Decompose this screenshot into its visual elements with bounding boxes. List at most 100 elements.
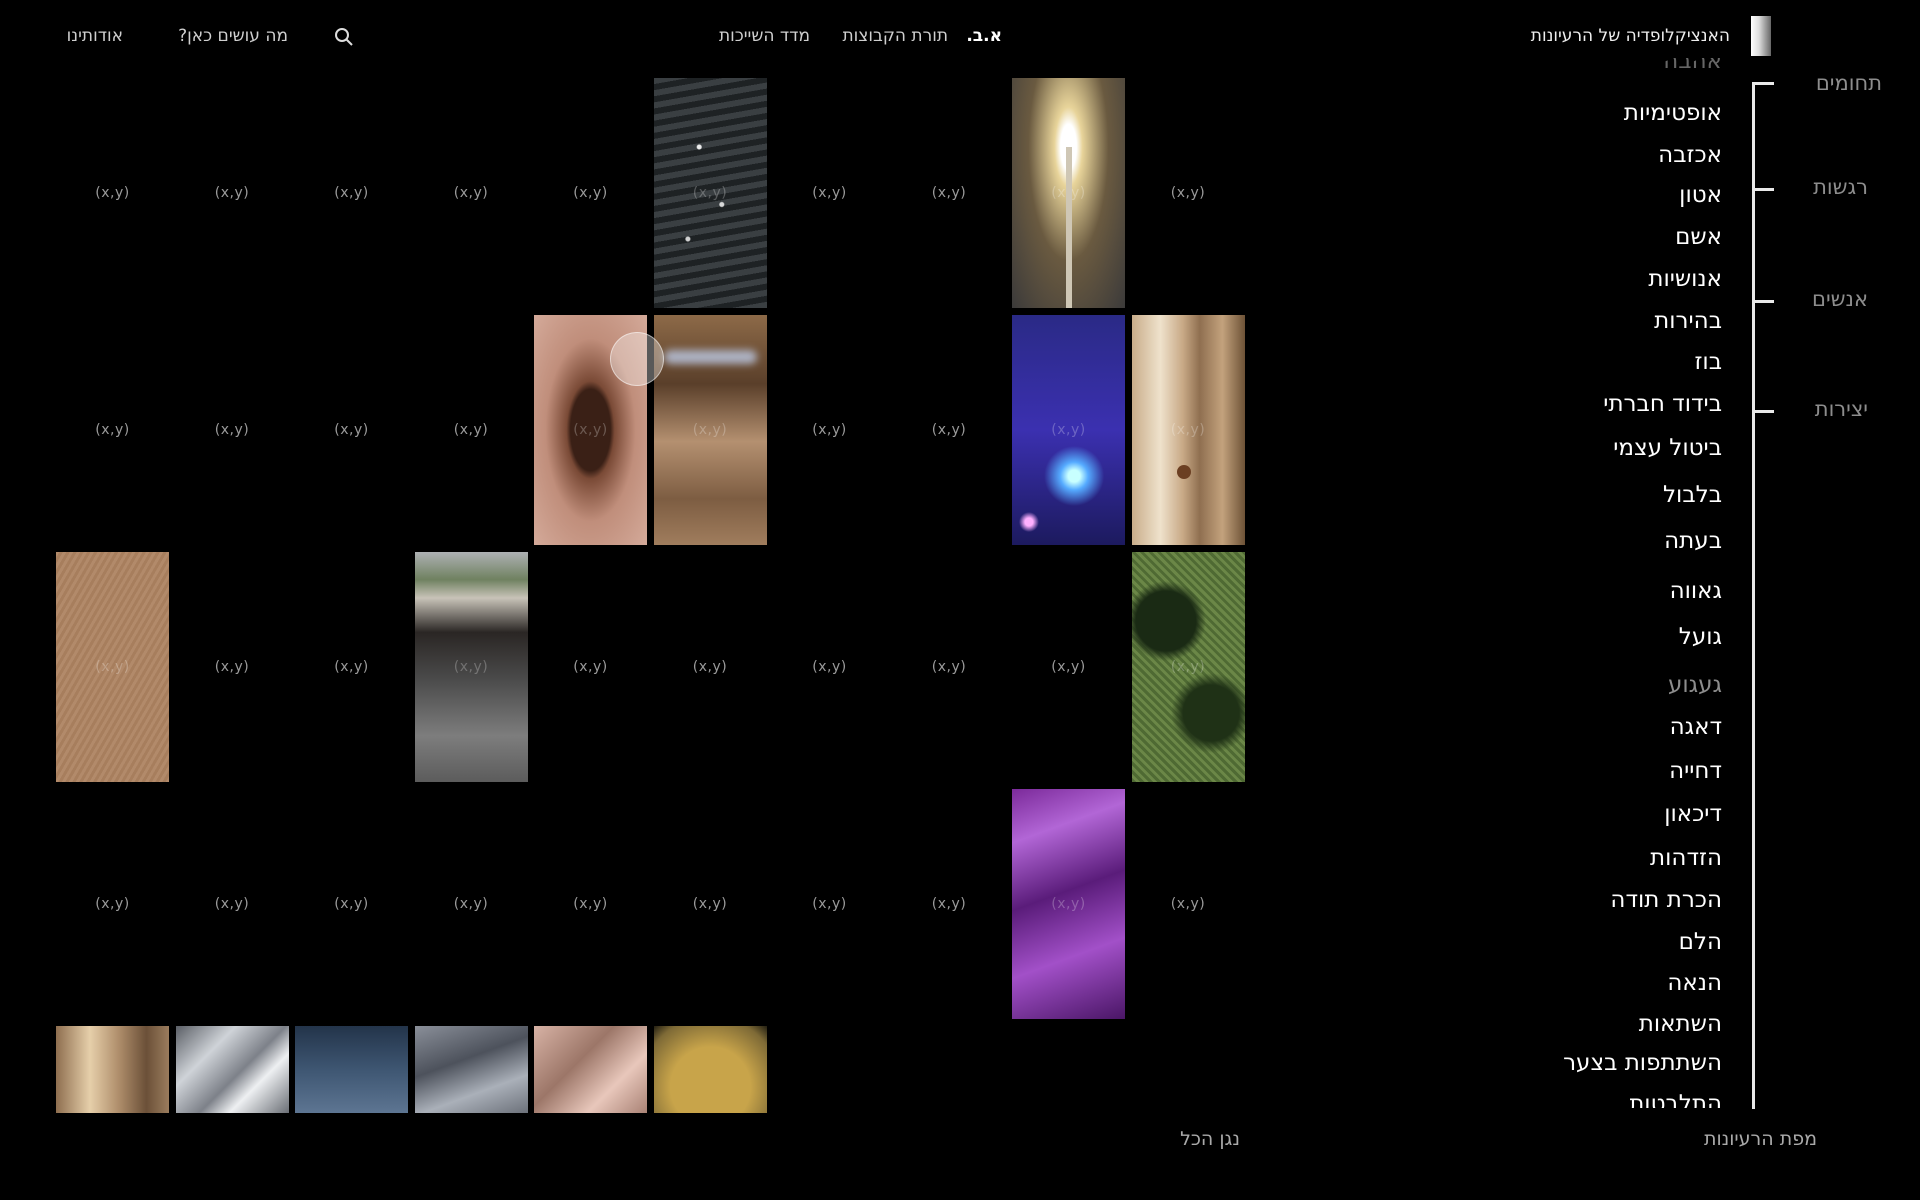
grid-cell-window-thumbnail[interactable]: (x,y) [414,552,528,782]
concept-item[interactable]: אכזבה [1658,142,1722,168]
grid-cell-empty[interactable]: (x,y) [295,78,408,308]
grid-cell-empty[interactable]: (x,y) [176,789,289,1019]
nav-belonging-index[interactable]: מדד השייכות [719,26,810,46]
concept-item[interactable]: התלבטות [1629,1091,1722,1108]
grid-cell-wood-light-thumbnail[interactable] [56,1026,169,1113]
grid-cell-light-bars-thumbnail[interactable]: (x,y) [653,315,767,545]
play-all-button[interactable]: נגן הכל [1180,1128,1240,1150]
grid-cell-empty[interactable]: (x,y) [773,78,886,308]
concept-item[interactable]: אשם [1675,224,1722,250]
grid-cell-empty[interactable]: (x,y) [56,78,169,308]
grid-cell-empty[interactable]: (x,y) [534,789,647,1019]
grid-cell-door-thumbnail[interactable]: (x,y) [1131,315,1245,545]
category-works[interactable]: יצירות [1815,397,1868,421]
concept-item[interactable]: גועל [1679,624,1722,650]
concept-item[interactable]: דיכאון [1664,801,1722,827]
grid-cell-street-lamp-thumbnail[interactable]: (x,y) [1012,78,1125,308]
cell-coordinate-label: (x,y) [334,422,369,438]
cell-coordinate-label: (x,y) [1170,185,1206,201]
cell-coordinate-label: (x,y) [573,422,608,438]
grid-cell-empty[interactable]: (x,y) [654,789,767,1019]
grid-cell-empty[interactable]: (x,y) [295,789,408,1019]
grid-cell-empty[interactable]: (x,y) [176,78,289,308]
grid-cell-empty[interactable]: (x,y) [773,552,886,782]
concept-item[interactable]: דאגה [1670,714,1722,740]
grid-cell-empty[interactable]: (x,y) [176,315,289,545]
grid-cell-white-fabric-thumbnail[interactable] [175,1026,289,1113]
grid-cell-empty[interactable]: (x,y) [893,315,1006,545]
concept-item[interactable]: הכרת תודה [1610,887,1722,913]
cell-coordinate-label: (x,y) [1051,185,1086,201]
grid-cell-golden-cup-thumbnail[interactable] [653,1026,767,1113]
nav-set-theory[interactable]: תורת הקבוצות [843,26,949,46]
cell-coordinate-label: (x,y) [214,896,250,912]
concept-item[interactable]: אופטימיות [1624,100,1722,126]
concept-item[interactable]: השתאות [1639,1011,1722,1037]
grid-cell-empty[interactable]: (x,y) [893,789,1006,1019]
grid-cell-empty[interactable]: (x,y) [56,315,169,545]
grid-cell-purple-fabric-thumbnail[interactable]: (x,y) [1012,789,1125,1019]
grid-cell-empty[interactable]: (x,y) [893,552,1006,782]
concept-item[interactable]: גאווה [1670,578,1722,604]
cell-coordinate-label: (x,y) [95,659,130,675]
cell-coordinate-label: (x,y) [573,185,608,201]
grid-cell-empty[interactable]: (x,y) [534,552,647,782]
category-people[interactable]: אנשים [1812,287,1868,311]
concept-item[interactable]: הלם [1679,929,1722,955]
concept-item[interactable]: בהירות [1654,308,1722,334]
grid-cell-grass-shadow-thumbnail[interactable]: (x,y) [1131,552,1245,782]
about-link[interactable]: אודותינו [67,26,123,46]
grid-cell-empty[interactable]: (x,y) [1132,789,1245,1019]
grid-cell-pink-fabric-thumbnail[interactable] [534,1026,647,1113]
concept-item[interactable]: הזדהות [1650,845,1722,871]
concept-item[interactable]: ביטול עצמי [1613,435,1722,461]
what-we-do-link[interactable]: מה עושים כאן? [178,26,288,46]
grid-cell-empty[interactable]: (x,y) [415,315,528,545]
concept-item-partial[interactable]: אהבה [1663,58,1722,74]
grid-cell-empty[interactable]: (x,y) [415,78,528,308]
tick-emotions [1752,188,1774,191]
grid-cell-empty[interactable]: (x,y) [773,315,886,545]
site-title[interactable]: האנציקלופדיה של הרעיונות [1531,26,1730,46]
ideas-map-link[interactable]: מפת הרעיונות [1704,1128,1817,1150]
cell-coordinate-label: (x,y) [1170,659,1206,675]
concept-item[interactable]: בלבול [1663,482,1722,508]
grid-cell-empty[interactable]: (x,y) [773,789,886,1019]
grid-cell-night-lights-thumbnail[interactable]: (x,y) [1012,315,1125,545]
search-icon[interactable] [333,26,355,48]
category-emotions[interactable]: רגשות [1813,175,1868,199]
grid-cell-empty[interactable]: (x,y) [654,552,767,782]
concept-item[interactable]: בידוד חברתי [1603,391,1722,417]
concept-item[interactable]: השתתפות בצער [1563,1050,1722,1076]
concept-item[interactable]: בוז [1694,349,1722,375]
cell-coordinate-label: (x,y) [1051,659,1086,675]
grid-cell-skin-thumbnail[interactable]: (x,y) [56,552,169,782]
cell-coordinate-label: (x,y) [214,659,250,675]
grid-cell-empty[interactable]: (x,y) [534,78,647,308]
concept-item[interactable]: הנאה [1667,970,1722,996]
cell-coordinate-label: (x,y) [453,422,489,438]
grid-cell-blue-sky-thumbnail[interactable] [295,1026,408,1113]
cell-coordinate-label: (x,y) [573,896,608,912]
concept-item[interactable]: בעתה [1664,528,1722,554]
concept-item[interactable]: געגוע [1668,672,1722,698]
category-domains[interactable]: תחומים [1816,71,1882,95]
grid-cell-empty[interactable]: (x,y) [295,552,408,782]
grid-cell-empty[interactable]: (x,y) [893,78,1006,308]
cell-coordinate-label: (x,y) [1051,896,1086,912]
concept-item[interactable]: אנושיות [1648,266,1722,292]
concept-item[interactable]: דחייה [1669,758,1722,784]
grid-cell-empty[interactable]: (x,y) [56,789,169,1019]
nav-ab[interactable]: א.ב. [966,26,1002,46]
concept-item[interactable]: אטון [1679,182,1722,208]
logo[interactable] [1751,16,1771,56]
grid-cell-empty[interactable]: (x,y) [1012,552,1125,782]
grid-cell-empty[interactable]: (x,y) [415,789,528,1019]
grid-cell-grey-cloud-thumbnail[interactable] [414,1026,528,1113]
grid-cell-empty[interactable]: (x,y) [295,315,408,545]
grid-cell-empty[interactable]: (x,y) [1132,78,1245,308]
tick-people [1752,300,1774,303]
grid-cell-water-sparkle-thumbnail[interactable]: (x,y) [653,78,767,308]
cell-coordinate-label: (x,y) [812,185,847,201]
grid-cell-empty[interactable]: (x,y) [176,552,289,782]
